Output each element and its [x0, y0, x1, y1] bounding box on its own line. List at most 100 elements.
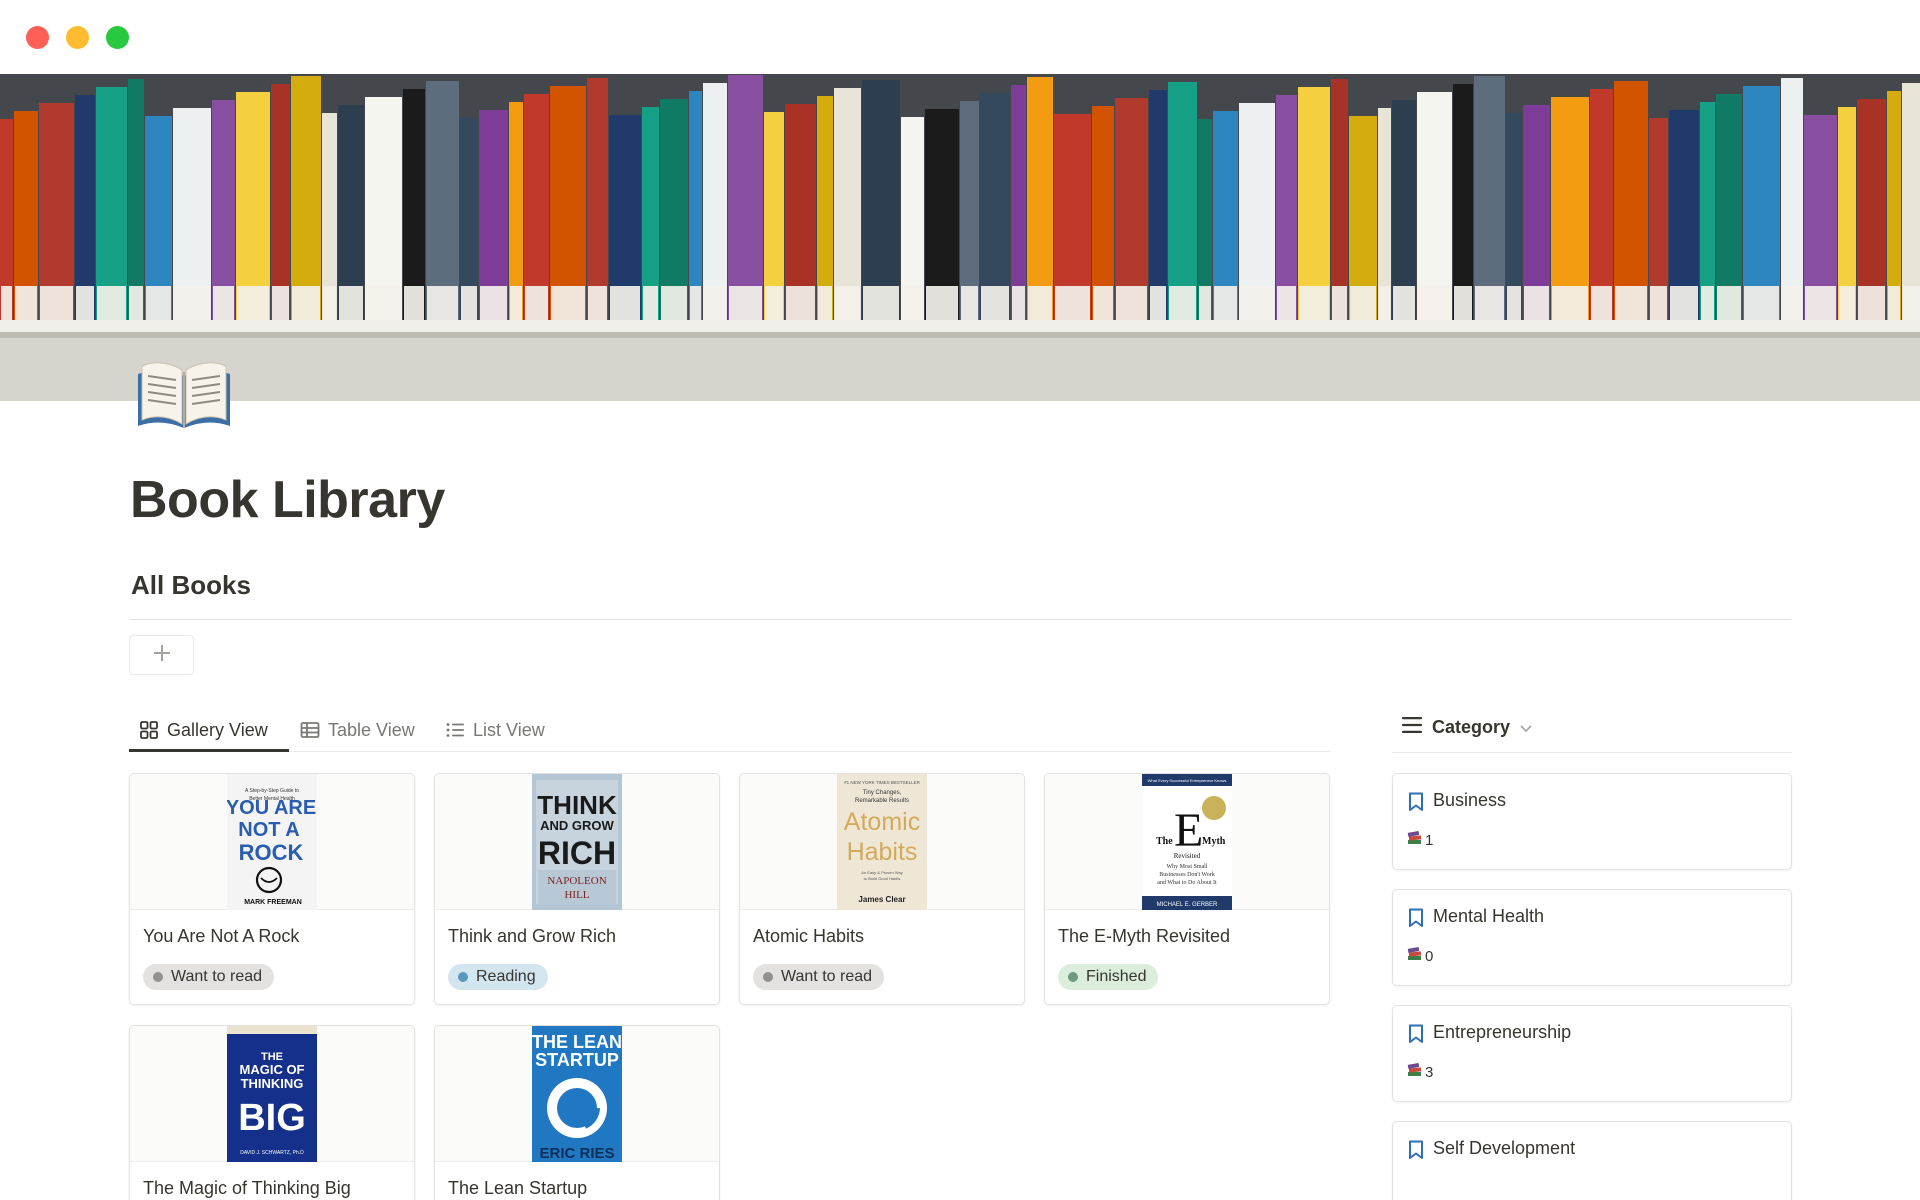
spine-label-sticker	[961, 286, 978, 320]
spine-label-sticker	[510, 286, 522, 320]
card-cover: THINK AND GROW RICH NAPOLEON HILL	[435, 774, 719, 910]
spine-label-sticker	[1277, 286, 1296, 320]
spine-label-sticker	[1055, 286, 1090, 320]
spine-label-sticker	[1858, 286, 1885, 320]
svg-text:An Easy & Proven Way: An Easy & Proven Way	[861, 870, 902, 875]
category-card-self-development[interactable]: Self Development	[1392, 1121, 1792, 1200]
spine-label-sticker	[926, 286, 958, 320]
table-icon	[300, 720, 320, 740]
book-title: Atomic Habits	[753, 926, 865, 946]
spine-label-sticker	[981, 286, 1009, 320]
spine-label-sticker	[661, 286, 687, 320]
svg-text:What Every Successful Entrepre: What Every Successful Entrepreneur Knows	[1148, 778, 1227, 783]
window-titlebar	[0, 0, 1920, 74]
svg-text:MARK FREEMAN: MARK FREEMAN	[244, 899, 302, 906]
book-card[interactable]: THE LEAN STARTUP ERIC RIES The Lean Star…	[434, 1025, 720, 1200]
svg-text:Businesses Don't Work: Businesses Don't Work	[1159, 872, 1215, 878]
spine-label-sticker	[1805, 286, 1836, 320]
spine-label-sticker	[690, 286, 701, 320]
book-card[interactable]: THE MAGIC OF THINKING BIG DAVID J. SCHWA…	[129, 1025, 415, 1200]
spine-label-sticker	[292, 286, 320, 320]
spine-label-sticker	[15, 286, 37, 320]
card-cover: A Step-by-Step Guide to Better Mental He…	[130, 774, 414, 910]
tab-table-view[interactable]: Table View	[300, 708, 415, 752]
book-card[interactable]: What Every Successful Entrepreneur Knows…	[1044, 773, 1330, 1005]
spine-label-sticker	[1650, 286, 1667, 320]
book-card[interactable]: THINK AND GROW RICH NAPOLEON HILL Think …	[434, 773, 720, 1005]
card-cover: THE LEAN STARTUP ERIC RIES	[435, 1026, 719, 1162]
spine-label-sticker	[323, 286, 336, 320]
category-header-label: Category	[1432, 716, 1511, 737]
svg-text:YOU ARE: YOU ARE	[227, 797, 316, 819]
spine-label-sticker	[729, 286, 762, 320]
book-card[interactable]: #1 NEW YORK TIMES BESTSELLER Tiny Change…	[739, 773, 1025, 1005]
svg-text:RICH: RICH	[538, 835, 616, 871]
spine-label-sticker	[1299, 286, 1329, 320]
book-card[interactable]: A Step-by-Step Guide to Better Mental He…	[129, 773, 415, 1005]
spine-label-sticker	[174, 286, 210, 320]
spine-label-sticker	[610, 286, 640, 320]
svg-text:NAPOLEON: NAPOLEON	[547, 875, 606, 887]
status-label: Want to read	[781, 968, 873, 985]
svg-text:DAVID J. SCHWARTZ, Ph.D: DAVID J. SCHWARTZ, Ph.D	[240, 1150, 304, 1156]
minimize-window-button[interactable]	[66, 26, 89, 49]
plus-icon	[152, 643, 172, 668]
maximize-window-button[interactable]	[106, 26, 129, 49]
tab-label: Table View	[328, 719, 415, 740]
svg-text:THINKING: THINKING	[241, 1076, 304, 1091]
svg-text:THINK: THINK	[537, 790, 617, 820]
spine-label-sticker	[213, 286, 234, 320]
svg-text:ERIC RIES: ERIC RIES	[539, 1145, 614, 1162]
section-divider	[130, 619, 1791, 620]
spine-label-sticker	[835, 286, 860, 320]
spine-label-sticker	[1028, 286, 1052, 320]
book-title: The Magic of Thinking Big	[143, 1178, 351, 1198]
book-cover-image: THE LEAN STARTUP ERIC RIES	[532, 1026, 622, 1162]
svg-text:Remarkable Results: Remarkable Results	[855, 798, 909, 804]
spine-label-sticker	[1332, 286, 1347, 320]
category-count: 3	[1407, 1062, 1434, 1081]
category-count-value: 1	[1425, 831, 1434, 849]
books-stack-icon	[1407, 946, 1423, 965]
svg-text:Atomic: Atomic	[844, 808, 920, 836]
add-button[interactable]	[129, 635, 194, 675]
tab-list-view[interactable]: List View	[445, 708, 545, 752]
category-card-mental-health[interactable]: Mental Health 0	[1392, 889, 1792, 986]
spine-label-sticker	[480, 286, 507, 320]
card-cover: #1 NEW YORK TIMES BESTSELLER Tiny Change…	[740, 774, 1024, 910]
svg-text:Tiny Changes,: Tiny Changes,	[863, 790, 902, 796]
tab-gallery-view[interactable]: Gallery View	[139, 708, 268, 752]
spine-label-sticker	[551, 286, 585, 320]
status-dot-icon	[458, 972, 468, 982]
book-title: You Are Not A Rock	[143, 926, 300, 946]
bookmark-icon	[1407, 1024, 1425, 1044]
status-badge: Finished	[1058, 964, 1159, 990]
spine-label-sticker	[272, 286, 289, 320]
category-card-business[interactable]: Business 1	[1392, 773, 1792, 870]
status-dot-icon	[1068, 972, 1078, 982]
category-group-selector[interactable]: Category	[1402, 712, 1532, 742]
spine-label-sticker	[863, 286, 899, 320]
category-name: Entrepreneurship	[1433, 1022, 1572, 1042]
status-label: Reading	[476, 968, 536, 985]
bookshelf-illustration	[0, 74, 1920, 401]
spine-label-sticker	[1903, 286, 1920, 320]
category-count-value: 3	[1425, 1063, 1434, 1081]
spine-label-sticker	[404, 286, 424, 320]
spine-label-sticker	[339, 286, 363, 320]
svg-text:ROCK: ROCK	[239, 840, 304, 865]
close-window-button[interactable]	[26, 26, 49, 49]
open-book-icon[interactable]	[134, 356, 234, 436]
svg-text:MICHAEL E. GERBER: MICHAEL E. GERBER	[1157, 902, 1218, 908]
status-badge: Want to read	[753, 964, 885, 990]
svg-text:AND GROW: AND GROW	[540, 818, 614, 833]
page-title[interactable]: Book Library	[130, 470, 445, 530]
cover-image	[0, 74, 1920, 401]
spine-label-sticker	[1214, 286, 1237, 320]
book-cover-image: THINK AND GROW RICH NAPOLEON HILL	[532, 774, 622, 910]
svg-text:Myth: Myth	[1202, 836, 1226, 847]
spine-label-sticker	[1782, 286, 1802, 320]
category-card-entrepreneurship[interactable]: Entrepreneurship 3	[1392, 1005, 1792, 1102]
svg-text:THE LEAN: THE LEAN	[532, 1032, 622, 1052]
spine-label-sticker	[1552, 286, 1588, 320]
